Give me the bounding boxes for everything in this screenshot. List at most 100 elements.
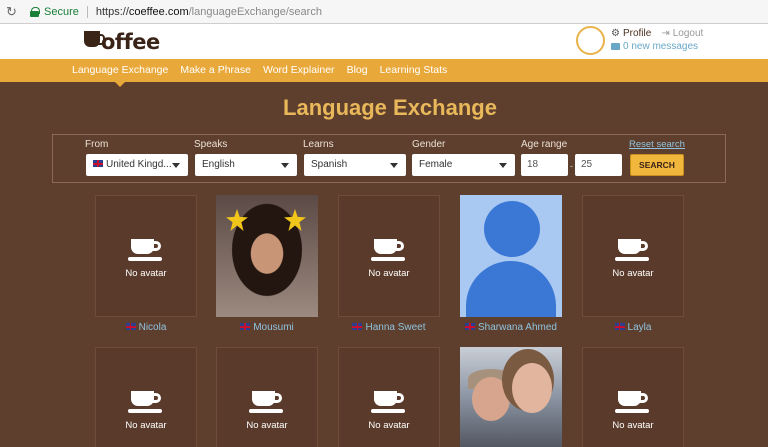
profile-name-link[interactable]: Nicola — [95, 322, 197, 333]
no-avatar-tile[interactable]: No avatar — [582, 195, 684, 317]
uk-flag-icon — [125, 323, 136, 330]
envelope-icon — [611, 43, 620, 50]
profile-card[interactable]: Mousumi — [216, 195, 318, 333]
speaks-label: Speaks — [194, 139, 228, 150]
profile-name: Mousumi — [253, 322, 294, 333]
learns-select[interactable]: Spanish — [304, 154, 406, 176]
messages-link[interactable]: 0 new messages — [611, 40, 703, 53]
url-host: coeffee.com — [128, 5, 189, 18]
profile-name-link[interactable]: Hanna Sweet — [338, 322, 440, 333]
profile-card[interactable]: No avatar — [216, 347, 318, 447]
url-text[interactable]: https://coeffee.com/languageExchange/sea… — [96, 6, 322, 18]
person-silhouette-body — [466, 261, 556, 317]
no-avatar-tile[interactable]: No avatar — [338, 195, 440, 317]
age-min-input[interactable]: 18 — [521, 154, 568, 176]
person-silhouette-icon — [484, 201, 540, 257]
coffee-cup-icon — [371, 391, 406, 417]
no-avatar-tile[interactable]: No avatar — [95, 195, 197, 317]
age-range-label: Age range — [521, 139, 568, 150]
nav-blog[interactable]: Blog — [347, 59, 368, 82]
profile-card[interactable] — [460, 347, 562, 447]
url-prefix: https:// — [95, 5, 129, 18]
nav-word-explainer[interactable]: Word Explainer — [263, 59, 335, 82]
profile-label: Profile — [622, 28, 652, 39]
reset-search-link[interactable]: Reset search — [629, 139, 685, 150]
coffee-cup-icon — [371, 239, 406, 265]
profile-card[interactable]: No avatar — [338, 347, 440, 447]
profile-photo[interactable] — [460, 347, 562, 447]
profile-photo[interactable] — [216, 195, 318, 317]
no-avatar-tile[interactable]: No avatar — [582, 347, 684, 447]
from-value: United Kingd... — [106, 159, 172, 170]
gender-select[interactable]: Female — [412, 154, 515, 176]
site-logo[interactable]: offee — [84, 28, 160, 54]
profile-card[interactable]: No avatar Layla — [582, 195, 684, 333]
flower-crown-icon — [284, 209, 306, 231]
main-nav-bar: Language Exchange Make a Phrase Word Exp… — [0, 59, 768, 87]
no-avatar-label: No avatar — [368, 268, 410, 279]
profile-card[interactable]: No avatar Hanna Sweet — [338, 195, 440, 333]
from-label: From — [85, 139, 109, 150]
nav-learning-stats[interactable]: Learning Stats — [380, 59, 448, 82]
search-filters: From United Kingd... Speaks English Lear… — [52, 134, 726, 183]
no-avatar-label: No avatar — [125, 268, 167, 279]
from-select[interactable]: United Kingd... — [86, 154, 188, 176]
chevron-down-icon — [499, 163, 507, 168]
messages-label: 0 new messages — [623, 41, 699, 52]
gear-icon: ⚙ — [611, 28, 620, 39]
header-user-links: ⚙ Profile ⇥ Logout 0 new messages — [611, 27, 703, 53]
learns-value: Spanish — [311, 159, 348, 170]
uk-flag-icon — [240, 323, 251, 330]
chevron-down-icon — [281, 163, 289, 168]
profile-name: Layla — [627, 322, 652, 333]
no-avatar-tile[interactable]: No avatar — [95, 347, 197, 447]
profile-card[interactable]: Sharwana Ahmed — [460, 195, 562, 333]
browser-address-bar: ↻ Secure https://coeffee.com/languageExc… — [0, 0, 768, 24]
coffee-cup-icon — [249, 391, 284, 417]
search-button[interactable]: SEARCH — [630, 154, 684, 176]
age-max-input[interactable]: 25 — [575, 154, 622, 176]
reload-icon[interactable]: ↻ — [6, 4, 20, 19]
default-avatar-photo[interactable] — [460, 195, 562, 317]
profile-name: Nicola — [138, 322, 167, 333]
uk-flag-icon — [93, 160, 103, 167]
coffee-cup-logo-icon — [84, 31, 105, 47]
no-avatar-label: No avatar — [612, 420, 654, 431]
page-title: Language Exchange — [283, 95, 497, 120]
url-path: /languageExchange/search — [188, 5, 322, 18]
no-avatar-tile[interactable]: No avatar — [338, 347, 440, 447]
no-avatar-label: No avatar — [368, 420, 410, 431]
main-nav: Language Exchange Make a Phrase Word Exp… — [72, 59, 448, 87]
site-header: offee ⚙ Profile ⇥ Logout 0 new messages — [0, 24, 768, 59]
chevron-down-icon — [172, 163, 180, 168]
speaks-select[interactable]: English — [195, 154, 297, 176]
flower-crown-icon — [226, 209, 248, 231]
coffee-cup-icon — [128, 239, 163, 265]
logout-icon: ⇥ — [661, 28, 670, 39]
gender-label: Gender — [412, 139, 446, 150]
nav-make-a-phrase[interactable]: Make a Phrase — [180, 59, 251, 82]
no-avatar-tile[interactable]: No avatar — [216, 347, 318, 447]
profile-card[interactable]: No avatar — [582, 347, 684, 447]
profile-name-link[interactable]: Sharwana Ahmed — [460, 322, 562, 333]
logout-link[interactable]: ⇥ Logout — [661, 27, 703, 40]
photo-detail — [512, 363, 552, 413]
uk-flag-icon — [614, 323, 625, 330]
learns-label: Learns — [303, 139, 334, 150]
avatar[interactable] — [576, 26, 605, 55]
profile-name: Sharwana Ahmed — [478, 322, 557, 333]
nav-language-exchange[interactable]: Language Exchange — [72, 59, 168, 87]
profile-card[interactable]: No avatar Nicola — [95, 195, 197, 333]
age-range-separator: - — [570, 161, 573, 171]
profile-name-link[interactable]: Mousumi — [216, 322, 318, 333]
profile-name-link[interactable]: Layla — [582, 322, 684, 333]
logout-label: Logout — [672, 28, 704, 39]
lock-icon — [30, 6, 40, 17]
no-avatar-label: No avatar — [246, 420, 288, 431]
logo-wordmark: offee — [101, 30, 160, 54]
uk-flag-icon — [352, 323, 363, 330]
coffee-cup-icon — [615, 239, 650, 265]
address-field[interactable]: Secure https://coeffee.com/languageExcha… — [30, 3, 322, 21]
profile-link[interactable]: ⚙ Profile — [611, 27, 651, 40]
profile-card[interactable]: No avatar — [95, 347, 197, 447]
